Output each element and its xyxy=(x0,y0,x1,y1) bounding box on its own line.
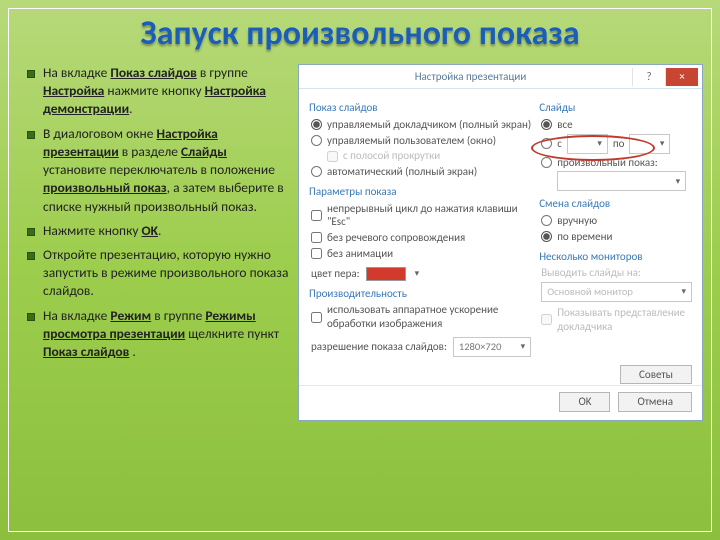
page-title: Запуск произвольного показа xyxy=(9,13,711,54)
list-item: На вкладке Показ слайдов в группе Настро… xyxy=(25,64,290,125)
cancel-button[interactable]: Отмена xyxy=(618,392,692,412)
radio-range[interactable]: с ▾ по ▾ xyxy=(541,134,692,154)
check-presenterview[interactable]: Показывать представление докладчика xyxy=(541,306,692,334)
check-noanimation[interactable]: без анимации xyxy=(311,247,531,261)
custom-show-select[interactable]: ▾ xyxy=(557,171,686,191)
chevron-down-icon: ▾ xyxy=(518,341,529,352)
radio-custom[interactable]: произвольный показ: xyxy=(541,156,692,170)
tips-button[interactable]: Советы xyxy=(620,365,692,384)
list-item: Откройте презентацию, которую нужно запу… xyxy=(25,246,290,307)
check-nonarration[interactable]: без речевого сопровождения xyxy=(311,231,531,245)
monitor-label: Выводить слайды на: xyxy=(541,266,692,280)
list-item: В диалоговом окне Настройка презентации … xyxy=(25,125,290,222)
group-slides: Слайды xyxy=(539,101,692,115)
group-show: Показ слайдов xyxy=(309,101,531,115)
radio-manual[interactable]: вручную xyxy=(541,214,692,228)
radio-timed[interactable]: по времени xyxy=(541,230,692,244)
group-perf: Производительность xyxy=(309,287,531,301)
resolution-label: разрешение показа слайдов: xyxy=(311,340,447,354)
radio-user[interactable]: управляемый пользователем (окно) xyxy=(311,134,531,148)
check-scrollbar[interactable]: с полосой прокрутки xyxy=(327,149,531,163)
list-item: На вкладке Режим в группе Режимы просмот… xyxy=(25,307,290,368)
ok-button[interactable]: OK xyxy=(559,392,610,412)
radio-all[interactable]: все xyxy=(541,118,692,132)
dialog-settings: Настройка презентации ? × Показ слайдов … xyxy=(298,64,703,421)
radio-presenter[interactable]: управляемый докладчиком (полный экран) xyxy=(311,118,531,132)
pen-color-swatch[interactable] xyxy=(366,267,406,281)
check-loop[interactable]: непрерывный цикл до нажатия клавиши "Esc… xyxy=(311,202,531,230)
resolution-select[interactable]: 1280×720▾ xyxy=(453,337,531,357)
pen-color-label: цвет пера: xyxy=(311,267,360,281)
close-button[interactable]: × xyxy=(665,68,698,86)
chevron-down-icon[interactable]: ▾ xyxy=(412,268,423,279)
check-hwaccel[interactable]: использовать аппаратное ускорение обрабо… xyxy=(311,303,531,331)
group-advance: Смена слайдов xyxy=(539,197,692,211)
help-button[interactable]: ? xyxy=(632,68,665,86)
radio-auto[interactable]: автоматический (полный экран) xyxy=(311,165,531,179)
dialog-title: Настройка презентации xyxy=(309,70,632,84)
monitor-select[interactable]: Основной монитор▾ xyxy=(541,282,692,302)
group-monitors: Несколько мониторов xyxy=(539,250,692,264)
instructions: На вкладке Показ слайдов в группе Настро… xyxy=(25,64,290,367)
list-item: Нажмите кнопку OK. xyxy=(25,222,290,246)
group-params: Параметры показа xyxy=(309,185,531,199)
